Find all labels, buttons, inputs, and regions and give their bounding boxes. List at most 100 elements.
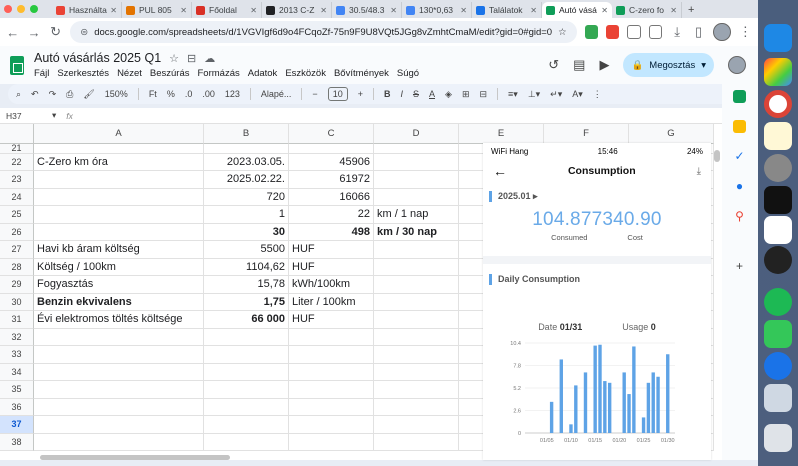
cell-B28[interactable]: 1104,62 [204, 258, 289, 276]
cloud-status-icon[interactable]: ☁ [204, 52, 215, 65]
font-select[interactable]: Alapé... [261, 89, 292, 99]
forward-button[interactable]: → [27, 25, 41, 40]
cell-A27[interactable]: Havi kb áram költség [34, 241, 204, 259]
cell-B24[interactable]: 720 [204, 188, 289, 206]
row-header[interactable]: 30 [0, 293, 34, 311]
name-box[interactable]: H37 [0, 111, 52, 121]
cell-D31[interactable] [374, 311, 459, 329]
trash-icon[interactable] [764, 424, 792, 452]
browser-tab[interactable]: PUL 805 ✕ [122, 2, 192, 18]
cell-B37[interactable] [204, 416, 289, 434]
font-size-decrease[interactable]: − [312, 89, 317, 99]
cell-B35[interactable] [204, 381, 289, 399]
redo-icon[interactable]: ↷ [49, 89, 57, 100]
row-header[interactable]: 21 [0, 143, 34, 154]
cell-C24[interactable]: 16066 [289, 188, 374, 206]
strikethrough-button[interactable]: S [413, 89, 419, 99]
menu-item[interactable]: Bővítmények [334, 68, 389, 79]
cell-A35[interactable] [34, 381, 204, 399]
decrease-decimal-button[interactable]: .0 [185, 89, 193, 99]
daily-consumption-chart[interactable]: 10.4 7.8 5.2 2.6 0 01/05 01/10 01/15 01/20 01/25 0… [483, 335, 711, 455]
cell-C30[interactable]: Liter / 100km [289, 293, 374, 311]
cell-D37[interactable] [374, 416, 459, 434]
tab-close-icon[interactable]: ✕ [388, 6, 397, 15]
preview-icon[interactable] [764, 384, 792, 412]
column-header[interactable]: G [629, 124, 714, 144]
add-addon-icon[interactable]: + [733, 260, 746, 273]
shield-extension-icon[interactable] [606, 25, 620, 39]
row-header[interactable]: 36 [0, 398, 34, 416]
menu-item[interactable]: Beszúrás [150, 68, 190, 79]
cell-C37[interactable] [289, 416, 374, 434]
cell-B26[interactable]: 30 [204, 223, 289, 241]
cell-D26[interactable]: km / 30 nap [374, 223, 459, 241]
column-header[interactable]: C [289, 124, 374, 144]
cell-B25[interactable]: 1 [204, 206, 289, 224]
column-header[interactable]: F [544, 124, 629, 144]
more-formats-button[interactable]: 123 [225, 89, 240, 99]
row-header[interactable]: 26 [0, 223, 34, 241]
column-header[interactable]: E [459, 124, 544, 144]
currency-format-button[interactable]: Ft [149, 89, 157, 99]
minimize-window-button[interactable] [17, 5, 25, 13]
chart-bar[interactable] [656, 376, 660, 433]
cell-C22[interactable]: 45906 [289, 153, 374, 171]
omnibox[interactable]: ⊜ docs.google.com/spreadsheets/d/1VGVIgf… [70, 21, 577, 43]
browser-tab[interactable]: Főoldal ✕ [192, 2, 262, 18]
row-header[interactable]: 24 [0, 188, 34, 206]
site-info-icon[interactable]: ⊜ [80, 27, 88, 38]
extension-icon[interactable] [584, 25, 599, 39]
cell-C31[interactable]: HUF [289, 311, 374, 329]
notes-icon[interactable] [764, 122, 792, 150]
cell-B34[interactable] [204, 363, 289, 381]
undo-icon[interactable]: ↶ [31, 89, 39, 100]
cell-D24[interactable] [374, 188, 459, 206]
cell-A28[interactable]: Költség / 100km [34, 258, 204, 276]
column-header[interactable]: D [374, 124, 459, 144]
tab-close-icon[interactable]: ✕ [248, 6, 257, 15]
row-header[interactable]: 33 [0, 346, 34, 364]
browser-tab[interactable]: C-zero fo ✕ [612, 2, 682, 18]
cell-D25[interactable]: km / 1 nap [374, 206, 459, 224]
row-header[interactable]: 31 [0, 311, 34, 329]
menu-item[interactable]: Súgó [397, 68, 419, 79]
percent-format-button[interactable]: % [167, 89, 175, 99]
menu-item[interactable]: Nézet [117, 68, 142, 79]
merge-cells-icon[interactable]: ⊟ [479, 89, 487, 100]
cell-B32[interactable] [204, 328, 289, 346]
chart-bar[interactable] [641, 417, 646, 433]
tasks-icon[interactable]: ✓ [733, 150, 746, 163]
close-window-button[interactable] [4, 5, 12, 13]
font-size-field[interactable]: 10 [327, 87, 348, 101]
cell-D23[interactable] [374, 171, 459, 189]
cell-C29[interactable]: kWh/100km [289, 276, 374, 294]
chart-bar[interactable] [666, 354, 670, 433]
cell-B22[interactable]: 2023.03.05. [204, 153, 289, 171]
cell-A31[interactable]: Évi elektromos töltés költsége [34, 311, 204, 329]
cell-D22[interactable] [374, 153, 459, 171]
cell-A34[interactable] [34, 363, 204, 381]
tab-close-icon[interactable]: ✕ [458, 6, 467, 15]
cell-C32[interactable] [289, 328, 374, 346]
account-avatar[interactable] [728, 56, 746, 74]
tab-close-icon[interactable]: ✕ [528, 6, 537, 15]
cell-D30[interactable] [374, 293, 459, 311]
chart-bar[interactable] [583, 372, 588, 433]
cell-C34[interactable] [289, 363, 374, 381]
wrap-icon[interactable]: ↵▾ [550, 89, 562, 100]
chart-bar[interactable] [574, 385, 578, 433]
cell-D32[interactable] [374, 328, 459, 346]
star-icon[interactable]: ☆ [169, 52, 179, 65]
browser-menu-icon[interactable]: ⋮ [739, 24, 752, 40]
cell-D28[interactable] [374, 258, 459, 276]
cell-D36[interactable] [374, 398, 459, 416]
borders-icon[interactable]: ⊞ [462, 89, 470, 100]
cell-C28[interactable]: HUF [289, 258, 374, 276]
more-icon[interactable]: ⋮ [593, 89, 602, 100]
messages-icon[interactable] [764, 320, 792, 348]
document-extension-icon[interactable] [627, 25, 641, 39]
cell-A29[interactable]: Fogyasztás [34, 276, 204, 294]
align-icon[interactable]: ≡▾ [508, 89, 518, 100]
move-folder-icon[interactable]: ⊟ [187, 52, 196, 65]
menu-item[interactable]: Szerkesztés [57, 68, 109, 79]
